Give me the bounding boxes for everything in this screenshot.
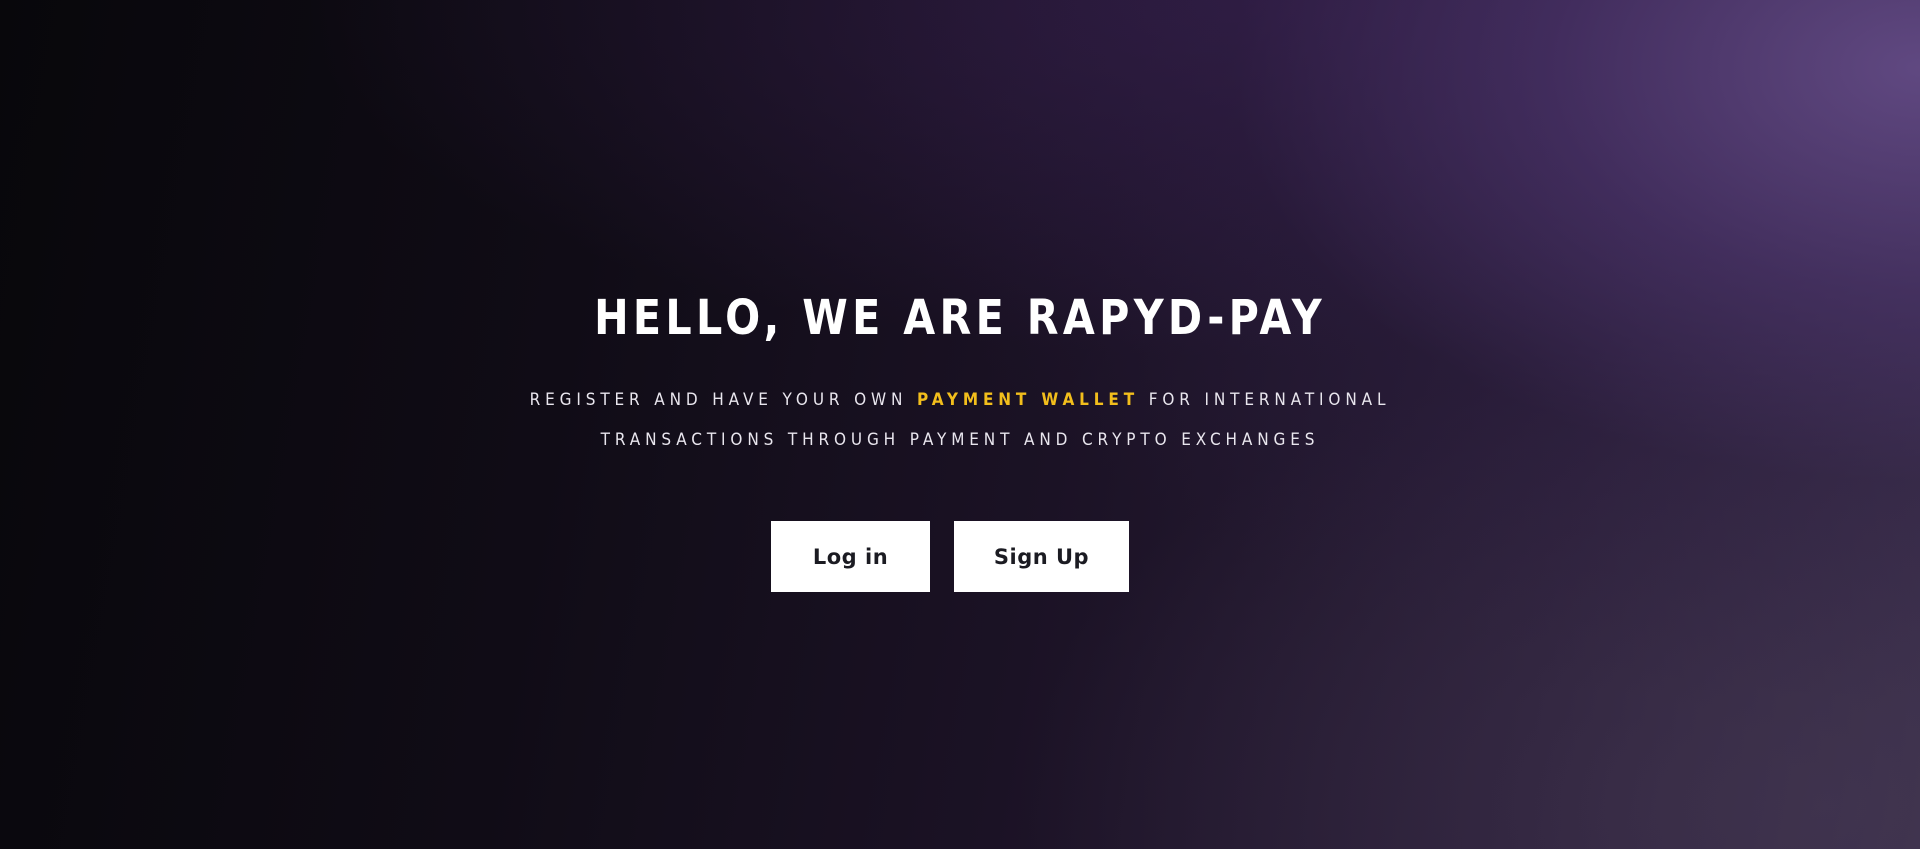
auth-button-row: Log in Sign Up — [0, 521, 1920, 592]
login-button[interactable]: Log in — [771, 521, 930, 592]
payment-wallet-highlight: PAYMENT WALLET — [917, 390, 1140, 410]
sign-up-button[interactable]: Sign Up — [954, 521, 1129, 592]
hero-subtitle-line-2: TRANSACTIONS THROUGH PAYMENT AND CRYPTO … — [600, 430, 1320, 450]
hero-subtitle-line-1: REGISTER AND HAVE YOUR OWN PAYMENT WALLE… — [96, 380, 1824, 420]
subtitle-text-after: FOR INTERNATIONAL — [1139, 390, 1391, 410]
hero-title: HELLO, WE ARE RAPYD-PAY — [594, 290, 1326, 346]
hero-section: HELLO, WE ARE RAPYD-PAY REGISTER AND HAV… — [0, 0, 1920, 849]
subtitle-text-before: REGISTER AND HAVE YOUR OWN — [529, 390, 918, 410]
hero-subtitle: REGISTER AND HAVE YOUR OWN PAYMENT WALLE… — [96, 380, 1824, 460]
